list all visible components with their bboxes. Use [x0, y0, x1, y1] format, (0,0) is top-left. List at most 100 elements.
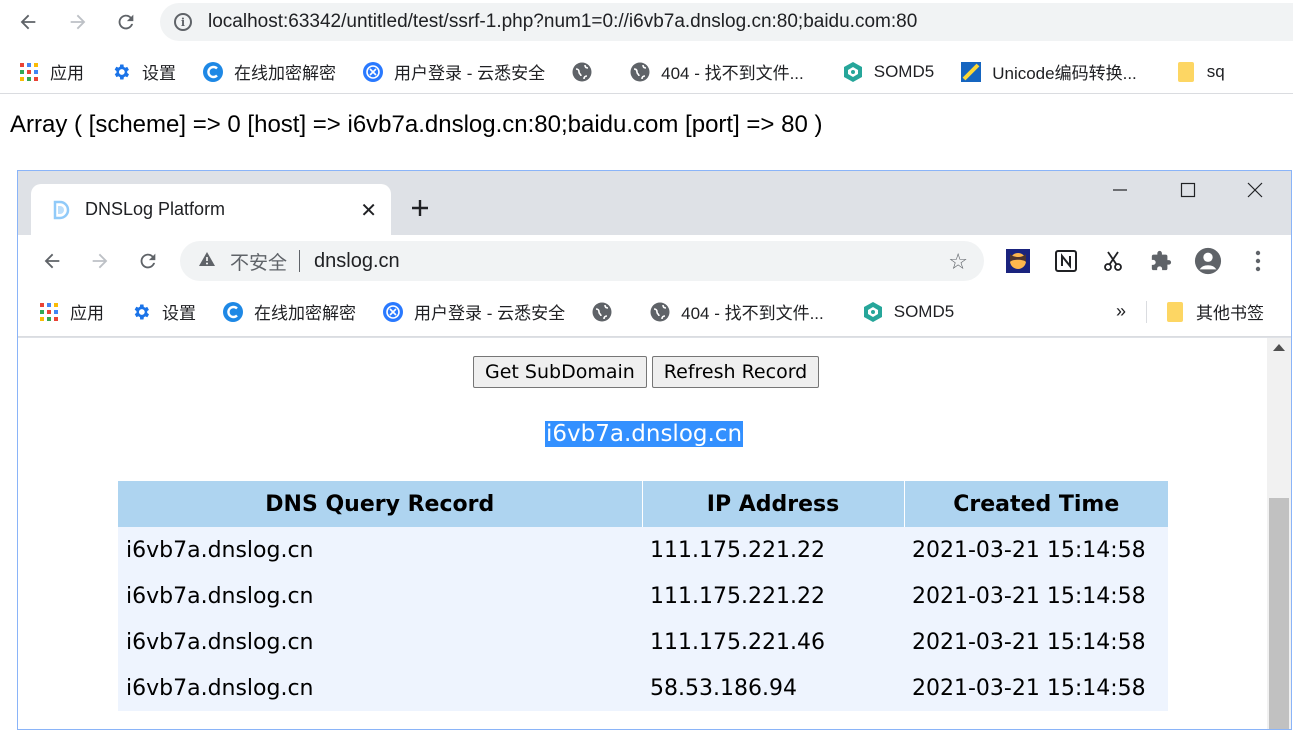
table-row: i6vb7a.dnslog.cn 58.53.186.94 2021-03-21…: [118, 665, 1168, 711]
bookmark-label: SOMD5: [893, 301, 955, 321]
bookmark-label: 用户登录 - 云悉安全: [394, 64, 546, 83]
bookmark-yunxi[interactable]: 用户登录 - 云悉安全: [362, 59, 545, 84]
reload-icon[interactable]: [110, 6, 142, 38]
bookmark-somd5[interactable]: SOMD5: [862, 301, 954, 323]
table-row: i6vb7a.dnslog.cn 111.175.221.46 2021-03-…: [118, 619, 1168, 665]
bookmark-label: 404 - 找不到文件...: [661, 64, 804, 83]
profile-avatar-icon[interactable]: [1194, 247, 1222, 275]
bookmark-apps[interactable]: 应用: [18, 59, 84, 84]
scroll-thumb[interactable]: [1269, 498, 1289, 729]
somd5-icon: [842, 61, 864, 83]
crypto-c-icon: [202, 61, 224, 83]
header-created-time: Created Time: [904, 481, 1168, 527]
php-array-output: Array ( [scheme] => 0 [host] => i6vb7a.d…: [10, 111, 823, 138]
bookmark-label: 在线加密解密: [254, 304, 356, 323]
omnibox-divider: [299, 250, 301, 272]
gear-icon: [110, 61, 132, 83]
bookmark-crypto[interactable]: 在线加密解密: [202, 59, 336, 84]
forward-arrow-icon[interactable]: [62, 6, 94, 38]
bookmark-label: sq: [1206, 61, 1225, 81]
cell-created-time: 2021-03-21 15:14:58: [904, 573, 1168, 619]
cell-ip-address: 58.53.186.94: [642, 665, 904, 711]
back-arrow-icon[interactable]: [12, 6, 44, 38]
get-subdomain-button[interactable]: Get SubDomain: [473, 356, 647, 388]
bookmark-globe[interactable]: [591, 301, 623, 323]
menu-kebab-icon[interactable]: [1244, 247, 1272, 275]
folder-icon: [1175, 61, 1197, 83]
bookmark-label: SOMD5: [873, 61, 935, 81]
close-window-icon[interactable]: [1235, 181, 1275, 204]
globe-icon: [629, 61, 651, 83]
table-row: i6vb7a.dnslog.cn 111.175.221.22 2021-03-…: [118, 527, 1168, 573]
bookmark-somd5[interactable]: SOMD5: [842, 61, 934, 83]
bookmark-settings[interactable]: 设置: [130, 299, 196, 324]
anime-avatar-extension-icon[interactable]: [1004, 247, 1032, 275]
cell-created-time: 2021-03-21 15:14:58: [904, 619, 1168, 665]
vertical-scrollbar[interactable]: [1267, 338, 1291, 729]
outer-address-bar[interactable]: i localhost:63342/untitled/test/ssrf-1.p…: [160, 3, 1293, 41]
gear-icon: [130, 301, 152, 323]
bookmark-sq[interactable]: sq: [1175, 61, 1225, 83]
inner-address-bar[interactable]: 不安全 dnslog.cn ☆: [180, 241, 984, 281]
table-row: i6vb7a.dnslog.cn 111.175.221.22 2021-03-…: [118, 573, 1168, 619]
header-ip-address: IP Address: [642, 481, 905, 527]
cell-dns-query: i6vb7a.dnslog.cn: [118, 527, 642, 573]
somd5-icon: [862, 301, 884, 323]
scroll-up-arrow-icon[interactable]: [1273, 344, 1285, 351]
action-buttons: Get SubDomain Refresh Record: [473, 356, 820, 388]
scissors-icon[interactable]: [1099, 247, 1127, 275]
crypto-c-icon: [222, 301, 244, 323]
info-icon[interactable]: i: [174, 13, 192, 31]
inner-bookmarks-bar: 应用 设置 在线加密解密 用户登录 - 云悉安全 404 - 找不到文件... …: [18, 287, 1291, 337]
forward-arrow-icon[interactable]: [84, 245, 116, 277]
reload-icon[interactable]: [132, 245, 164, 277]
bookmark-label: 应用: [50, 64, 84, 83]
unicode-icon: [960, 61, 982, 83]
extensions-puzzle-icon[interactable]: [1147, 247, 1175, 275]
new-tab-plus-icon[interactable]: [410, 193, 430, 225]
yunxi-icon: [382, 301, 404, 323]
close-tab-icon[interactable]: ✕: [360, 198, 377, 223]
bookmark-star-icon[interactable]: ☆: [948, 249, 968, 275]
back-arrow-icon[interactable]: [36, 245, 68, 277]
bookmark-yunxi[interactable]: 用户登录 - 云悉安全: [382, 299, 565, 324]
header-dns-query-record: DNS Query Record: [118, 481, 643, 527]
globe-icon: [591, 301, 613, 323]
bookmark-404[interactable]: 404 - 找不到文件...: [649, 299, 824, 324]
yunxi-icon: [362, 61, 384, 83]
bookmark-unicode[interactable]: Unicode编码转换...: [960, 59, 1137, 84]
tab-dnslog[interactable]: DNSLog Platform ✕: [31, 184, 391, 235]
cell-ip-address: 111.175.221.22: [642, 527, 904, 573]
subdomain-text-selected[interactable]: i6vb7a.dnslog.cn: [545, 421, 744, 447]
bookmark-404[interactable]: 404 - 找不到文件...: [629, 59, 804, 84]
bookmark-label: 其他书签: [1196, 304, 1264, 323]
bookmark-crypto[interactable]: 在线加密解密: [222, 299, 356, 324]
cell-ip-address: 111.175.221.22: [642, 573, 904, 619]
warning-triangle-icon[interactable]: [198, 251, 216, 272]
bookmark-label: 应用: [70, 304, 104, 323]
tab-title: DNSLog Platform: [85, 199, 226, 219]
inner-url-text: dnslog.cn: [314, 249, 400, 272]
bookmark-settings[interactable]: 设置: [110, 59, 176, 84]
tab-strip: DNSLog Platform ✕: [18, 171, 1291, 235]
not-secure-label: 不安全: [230, 252, 288, 274]
apps-grid-icon: [18, 61, 40, 83]
bookmark-globe[interactable]: [571, 61, 603, 83]
folder-icon: [1164, 301, 1186, 323]
inner-toolbar: 不安全 dnslog.cn ☆: [18, 235, 1291, 287]
globe-icon: [571, 61, 593, 83]
bookmark-apps[interactable]: 应用: [38, 299, 104, 324]
cell-created-time: 2021-03-21 15:14:58: [904, 665, 1168, 711]
bookmark-label: 设置: [162, 304, 196, 323]
maximize-icon[interactable]: [1168, 181, 1208, 204]
inner-browser-window: DNSLog Platform ✕ 不安全 dnslog.cn ☆ 应用 设置 …: [17, 170, 1292, 730]
bookmark-other[interactable]: 其他书签: [1164, 299, 1264, 324]
minimize-icon[interactable]: [1100, 181, 1140, 204]
outer-toolbar: i localhost:63342/untitled/test/ssrf-1.p…: [0, 0, 1293, 46]
dns-records-table: DNS Query Record IP Address Created Time…: [118, 481, 1168, 711]
bookmarks-divider: [1146, 301, 1147, 323]
more-bookmarks-chevron[interactable]: »: [1116, 301, 1126, 322]
notion-icon[interactable]: [1052, 247, 1080, 275]
bookmark-label: 用户登录 - 云悉安全: [414, 304, 566, 323]
refresh-record-button[interactable]: Refresh Record: [651, 356, 820, 388]
